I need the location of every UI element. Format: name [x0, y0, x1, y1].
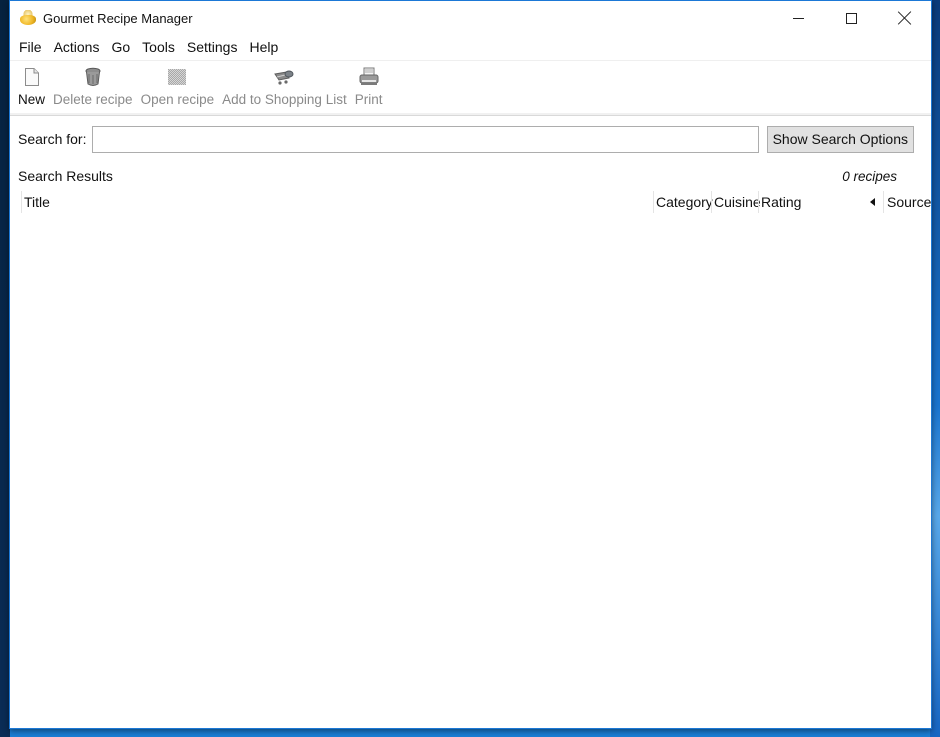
results-list[interactable] [10, 223, 931, 728]
open-recipe-button[interactable]: Open recipe [137, 61, 219, 107]
app-window: Gourmet Recipe Manager File Actions Go T… [9, 0, 932, 729]
search-input[interactable] [92, 125, 759, 153]
menu-tools[interactable]: Tools [136, 35, 181, 60]
minimize-button[interactable] [772, 1, 825, 35]
new-document-icon [21, 66, 43, 88]
menu-file[interactable]: File [13, 35, 48, 60]
delete-recipe-button[interactable]: Delete recipe [49, 61, 137, 107]
show-search-options-button[interactable]: Show Search Options [766, 125, 914, 153]
shopping-cart-icon [273, 66, 295, 88]
cooking-pot-icon [19, 10, 37, 26]
results-column-headers: Title Category Cuisine Rating Source [10, 190, 931, 214]
search-row: Search for: Show Search Options [10, 116, 931, 162]
close-button[interactable] [878, 1, 931, 35]
add-to-shopping-list-button[interactable]: Add to Shopping List [218, 61, 351, 107]
close-icon [898, 11, 912, 25]
menu-bar: File Actions Go Tools Settings Help [10, 35, 931, 60]
sort-left-arrow-icon[interactable] [870, 198, 875, 206]
printer-icon [358, 66, 380, 88]
minimize-icon [793, 17, 804, 19]
print-button[interactable]: Print [351, 61, 387, 107]
toolbar: New Delete recipe Open recipe Add to Sho… [10, 60, 931, 116]
new-label: New [18, 92, 46, 107]
window-controls [772, 1, 931, 35]
delete-recipe-label: Delete recipe [53, 92, 133, 107]
window-title: Gourmet Recipe Manager [43, 10, 193, 26]
title-bar[interactable]: Gourmet Recipe Manager [10, 1, 931, 35]
recipe-count: 0 recipes [842, 168, 897, 184]
open-recipe-label: Open recipe [140, 92, 215, 107]
column-header-rating[interactable]: Rating [758, 191, 868, 213]
print-label: Print [354, 92, 383, 107]
results-header: Search Results 0 recipes [10, 162, 931, 190]
add-to-shopping-list-label: Add to Shopping List [222, 92, 347, 107]
search-results-heading: Search Results [18, 168, 113, 184]
menu-actions[interactable]: Actions [48, 35, 106, 60]
maximize-button[interactable] [825, 1, 878, 35]
menu-go[interactable]: Go [105, 35, 136, 60]
menu-settings[interactable]: Settings [181, 35, 244, 60]
trash-can-icon [82, 66, 104, 88]
menu-help[interactable]: Help [243, 35, 284, 60]
search-label: Search for: [18, 131, 87, 147]
column-header-source[interactable]: Source [883, 191, 931, 213]
maximize-icon [846, 12, 857, 24]
new-button[interactable]: New [14, 61, 49, 107]
open-recipe-icon [166, 66, 188, 88]
column-header-cuisine[interactable]: Cuisine [711, 191, 761, 213]
column-header-category[interactable]: Category [653, 191, 713, 213]
column-header-title[interactable]: Title [21, 191, 653, 213]
